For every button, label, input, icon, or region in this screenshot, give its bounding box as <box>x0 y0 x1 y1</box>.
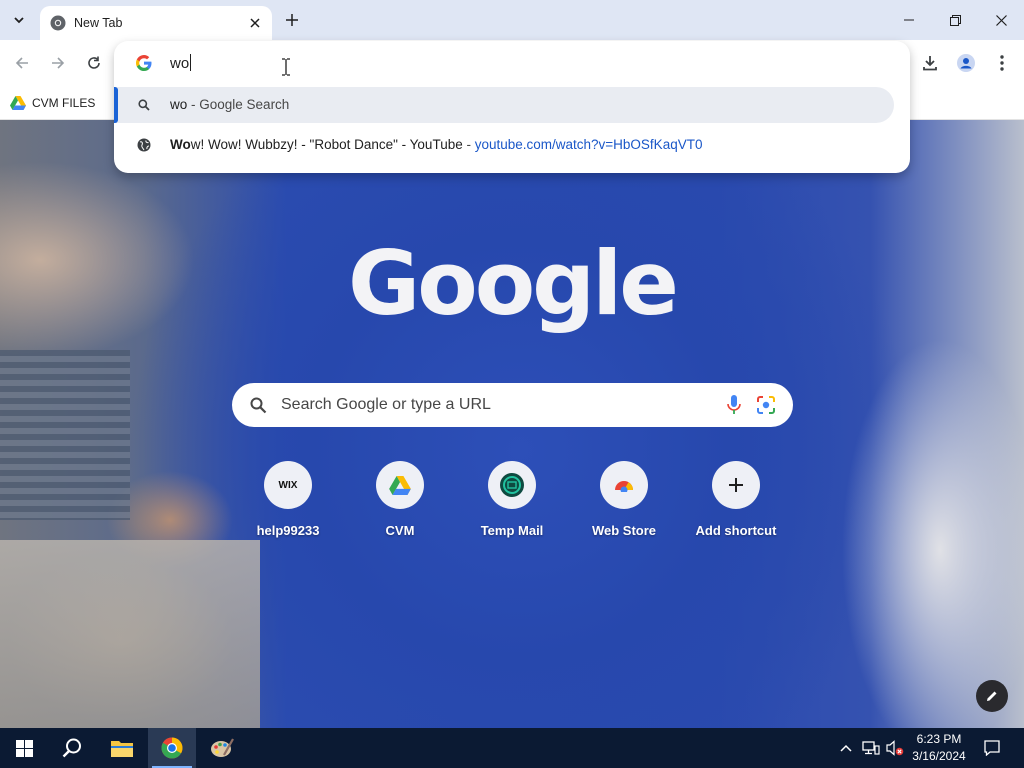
back-arrow-icon <box>15 57 28 69</box>
kebab-menu-icon <box>1000 55 1004 71</box>
back-button[interactable] <box>8 49 36 77</box>
google-lens-icon <box>757 396 775 414</box>
shortcut-label: Add shortcut <box>695 523 777 538</box>
temp-mail-icon <box>488 461 536 509</box>
paint-app-button[interactable] <box>198 728 246 768</box>
google-drive-icon <box>10 96 26 110</box>
chevron-up-icon <box>840 744 852 752</box>
new-tab-page: Google Search Google or type a URL WIX h… <box>0 120 1024 728</box>
volume-button[interactable] <box>884 728 906 768</box>
volume-muted-icon <box>886 740 904 756</box>
windows-taskbar: 6:23 PM 3/16/2024 <box>0 728 1024 768</box>
chrome-icon <box>161 737 183 759</box>
shortcut-cvm[interactable]: CVM <box>344 460 456 550</box>
google-drive-icon <box>376 461 424 509</box>
restore-icon <box>949 14 961 26</box>
paint-palette-icon <box>211 738 234 757</box>
reload-icon <box>88 56 100 69</box>
network-status-button[interactable] <box>860 728 882 768</box>
shortcut-temp-mail[interactable]: Temp Mail <box>456 460 568 550</box>
plus-icon <box>712 461 760 509</box>
globe-icon <box>136 137 152 153</box>
pencil-icon <box>987 691 997 701</box>
taskbar-clock[interactable]: 6:23 PM 3/16/2024 <box>904 731 974 765</box>
start-button[interactable] <box>0 728 48 768</box>
windows-icon <box>15 739 33 757</box>
new-tab-button[interactable] <box>280 8 304 32</box>
restore-button[interactable] <box>932 0 978 40</box>
shortcut-label: Temp Mail <box>480 523 544 538</box>
background-photo-detail <box>0 350 130 520</box>
minimize-icon <box>904 19 914 21</box>
suggestion-url: youtube.com/watch?v=HbOSfKaqVT0 <box>474 137 703 152</box>
search-icon <box>136 97 152 113</box>
address-bar-input[interactable]: wo <box>114 41 910 85</box>
show-hidden-icons-button[interactable] <box>836 728 856 768</box>
suggestion-text: Wow! Wow! Wubbzy! - "Robot Dance" - YouT… <box>170 137 703 152</box>
tab-title: New Tab <box>74 16 123 30</box>
google-g-icon <box>136 55 152 71</box>
customize-chrome-button[interactable] <box>976 680 1008 712</box>
forward-arrow-icon <box>52 57 65 69</box>
voice-search-button[interactable] <box>721 392 747 418</box>
text-caret <box>190 54 192 71</box>
action-center-button[interactable] <box>978 728 1006 768</box>
shortcut-label: CVM <box>385 523 415 538</box>
chrome-icon <box>50 15 66 31</box>
reload-button[interactable] <box>80 49 108 77</box>
omnibox-text: wo <box>170 54 192 72</box>
profile-button[interactable] <box>952 49 980 77</box>
search-icon <box>62 738 81 758</box>
chrome-taskbar-button[interactable] <box>148 728 196 768</box>
shortcut-label: help99233 <box>256 523 320 538</box>
lens-search-button[interactable] <box>753 392 779 418</box>
search-icon <box>250 397 267 413</box>
google-logo: Google <box>348 232 679 335</box>
bookmark-label: CVM FILES <box>32 96 96 110</box>
suggestion-history-youtube[interactable]: Wow! Wow! Wubbzy! - "Robot Dance" - YouT… <box>114 127 894 163</box>
shortcuts-grid: WIX help99233 CVM Temp Mail Web Store Ad… <box>232 460 792 550</box>
notification-icon <box>984 740 1000 756</box>
omnibox-dropdown: wo wo - Google Search Wow! Wow! Wubbzy! … <box>114 41 910 173</box>
folder-icon <box>111 741 133 757</box>
suggestion-text: wo - Google Search <box>170 97 290 112</box>
microphone-icon <box>727 395 741 414</box>
minimize-button[interactable] <box>886 0 932 40</box>
close-tab-icon[interactable] <box>246 14 264 32</box>
chevron-down-icon <box>14 17 24 24</box>
browser-menu-button[interactable] <box>988 49 1016 77</box>
plus-icon <box>286 14 298 26</box>
shortcut-web-store[interactable]: Web Store <box>568 460 680 550</box>
taskbar-search-button[interactable] <box>48 728 96 768</box>
bookmark-cvm-files[interactable]: CVM FILES <box>10 92 95 114</box>
avatar-icon <box>957 54 975 72</box>
title-bar: New Tab <box>0 0 1024 40</box>
tab-new-tab[interactable]: New Tab <box>40 6 272 40</box>
download-icon <box>923 56 937 71</box>
search-placeholder: Search Google or type a URL <box>281 396 491 413</box>
text-cursor-icon <box>282 58 290 76</box>
close-icon <box>995 14 1007 26</box>
close-window-button[interactable] <box>978 0 1024 40</box>
file-explorer-button[interactable] <box>98 728 146 768</box>
shortcut-add[interactable]: Add shortcut <box>680 460 792 550</box>
chrome-web-store-icon <box>600 461 648 509</box>
shortcut-label: Web Store <box>591 523 657 538</box>
shortcut-help99233[interactable]: WIX help99233 <box>232 460 344 550</box>
clock-date: 3/16/2024 <box>912 749 966 763</box>
clock-time: 6:23 PM <box>916 732 962 746</box>
tab-search-button[interactable] <box>6 7 32 33</box>
background-photo-floor <box>0 540 260 728</box>
forward-button[interactable] <box>44 49 72 77</box>
network-icon <box>862 741 880 755</box>
wix-icon: WIX <box>264 461 312 509</box>
ntp-search-box[interactable]: Search Google or type a URL <box>232 383 793 427</box>
downloads-button[interactable] <box>916 49 944 77</box>
suggestion-google-search[interactable]: wo - Google Search <box>114 87 894 123</box>
